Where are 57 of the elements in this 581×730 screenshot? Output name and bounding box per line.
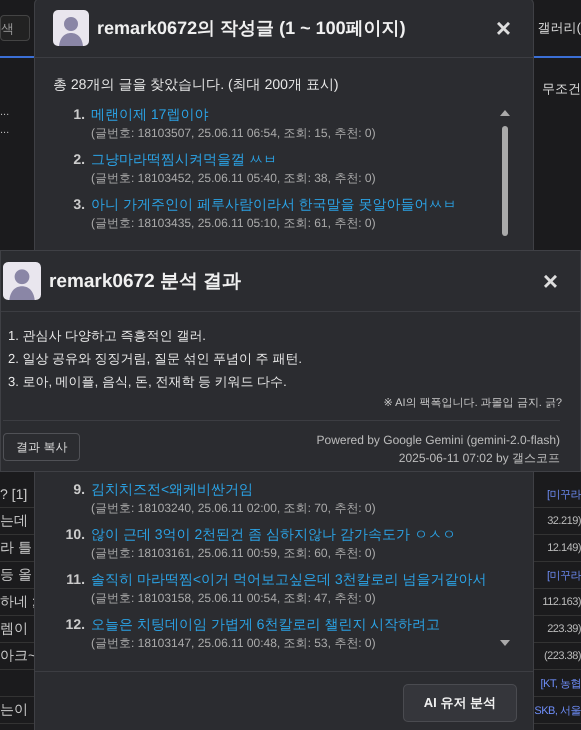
post-number: 10. — [64, 525, 85, 544]
gallery-label: 갤러리( — [538, 19, 581, 37]
post-meta: (글번호: 18103452, 25.06.11 05:40, 조회: 38, 추천: 0) — [91, 170, 376, 187]
powered-by-text: Powered by Google Gemini (gemini-2.0-flash) — [316, 433, 560, 447]
close-button[interactable]: × — [538, 268, 562, 294]
row-title: 렘이 — [0, 620, 28, 638]
post-title-link[interactable]: 그냥마라떡찜시켜먹을껄 ㅆㅂ — [91, 149, 376, 169]
row-info-text: 12.149) — [547, 542, 581, 554]
ellipsis-text: ... — [0, 106, 10, 118]
post-meta: (글번호: 18103161, 25.06.11 00:59, 조회: 60, 추천: 0) — [91, 545, 377, 562]
post-number: 11. — [65, 570, 85, 589]
search-field[interactable]: 색 — [0, 15, 30, 41]
row-info-text: 112.163) — [542, 596, 581, 608]
ellipsis-text: ... — [0, 124, 10, 136]
post-title-link[interactable]: 솔직히 마라떡찜<이거 먹어보고싶은데 3천칼로리 넘을거같아서 — [91, 569, 487, 589]
close-button[interactable]: × — [492, 15, 515, 41]
ai-analysis-button[interactable]: AI 유저 분석 — [402, 684, 517, 722]
post-title-link[interactable]: 오늘은 치팅데이임 가볍게 6천칼로리 챌린지 시작하려고 — [91, 614, 440, 634]
post-meta: (글번호: 18103147, 25.06.11 00:48, 조회: 53, 추천: 0) — [91, 635, 377, 652]
avatar-icon — [3, 262, 41, 300]
analysis-line: 1. 관심사 다양하고 즉흥적인 갤러. — [8, 327, 207, 345]
result-summary: 총 28개의 글을 찾았습니다. (최대 200개 표시) — [53, 76, 340, 94]
dialog-title: remark0672 분석 결과 — [49, 270, 242, 294]
row-title: 라 틀 — [0, 539, 32, 557]
row-info-text: [미꾸라 — [546, 488, 581, 502]
row-info-text: 32.219) — [547, 515, 581, 527]
notice-text: 무조건 — [542, 80, 581, 98]
post-number: 2. — [72, 150, 85, 169]
post-meta: (글번호: 18103507, 25.06.11 06:54, 조회: 15, 추천: 0) — [91, 125, 376, 142]
row-title: 아크~ — [0, 647, 36, 665]
post-title-link[interactable]: 아니 가게주인이 페루사람이라서 한국말을 못알아들어ㅆㅂ — [91, 194, 457, 214]
post-meta: (글번호: 18103240, 25.06.11 02:00, 조회: 70, 추천: 0) — [91, 500, 376, 517]
post-meta: (글번호: 18103158, 25.06.11 00:54, 조회: 47, 추천: 0) — [91, 590, 377, 607]
post-number: 1. — [72, 105, 85, 124]
post-meta: (글번호: 18103435, 25.06.11 05:10, 조회: 61, 추천: 0) — [91, 215, 377, 232]
row-info-text: [미꾸라 — [546, 568, 581, 582]
analysis-line: 3. 로아, 메이플, 음식, 돈, 전재학 등 키워드 다수. — [8, 373, 288, 391]
row-title: 등 올 — [0, 566, 32, 584]
post-title-link[interactable]: 메랜이제 17렙이야 — [91, 104, 376, 124]
row-title: ? [1] — [0, 486, 28, 502]
disclaimer-note: ※ AI의 팩폭입니다. 과몰입 금지. 긁? — [382, 396, 562, 410]
post-number: 3. — [72, 195, 85, 214]
dialog-title: remark0672의 작성글 (1 ~ 100페이지) — [97, 17, 407, 40]
post-title-link[interactable]: 않이 근데 3억이 2천된건 좀 심하지않나 감가속도가 ㅇㅅㅇ — [91, 524, 456, 544]
row-title: 는이 — [0, 701, 28, 719]
analysis-line: 2. 일상 공유와 징징거림, 질문 섞인 푸념이 주 패턴. — [8, 350, 303, 368]
timestamp-text: 2025-06-11 07:02 by 갤스코프 — [398, 450, 560, 467]
row-info-text: [KT, 농협 — [540, 676, 581, 690]
post-title-link[interactable]: 김치치즈전<왜케비싼거임 — [91, 479, 376, 499]
row-info-text: SKB, 서울 — [534, 704, 581, 718]
row-title: 는데 — [0, 512, 28, 530]
row-info-text: (223.38) — [544, 650, 581, 662]
post-number: 9. — [72, 480, 85, 499]
post-number: 12. — [64, 615, 85, 634]
copy-result-button[interactable]: 결과 복사 — [3, 433, 80, 461]
avatar-icon — [53, 10, 89, 46]
row-info-text: 223.39) — [547, 623, 581, 635]
